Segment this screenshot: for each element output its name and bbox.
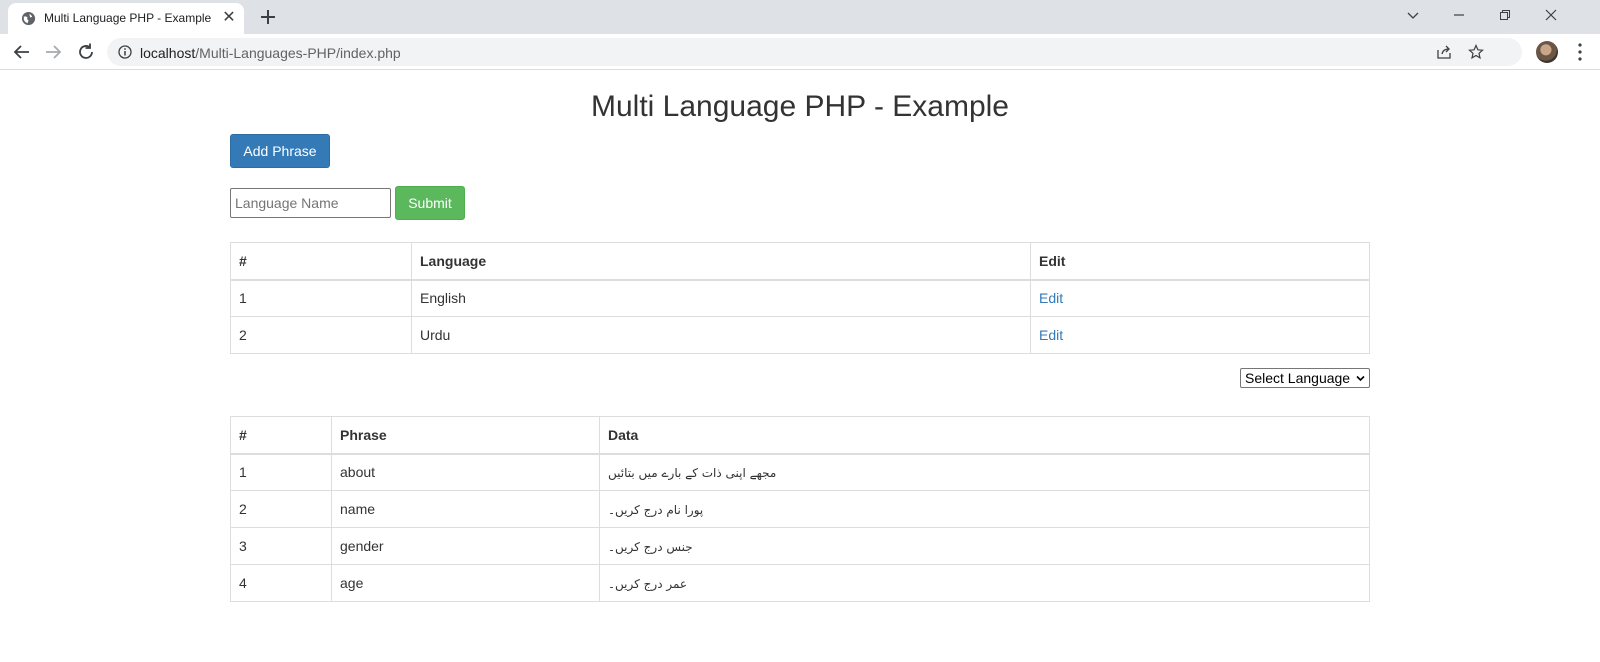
close-window-icon[interactable] (1528, 0, 1574, 30)
table-row: 4 age عمر درج کریں۔ (230, 564, 1370, 602)
row-edit-cell: Edit (1030, 279, 1370, 317)
edit-link[interactable]: Edit (1039, 327, 1063, 343)
info-icon[interactable] (118, 45, 132, 59)
row-data-cell: مجھے اپنی ذات کے بارے میں بتائیں (599, 453, 1370, 491)
edit-link[interactable]: Edit (1039, 290, 1063, 306)
row-num: 2 (230, 490, 332, 528)
row-edit-cell: Edit (1030, 316, 1370, 354)
bookmark-star-icon[interactable] (1468, 44, 1484, 60)
back-arrow-icon[interactable] (11, 41, 33, 63)
submit-button[interactable]: Submit (395, 186, 465, 220)
new-tab-icon[interactable] (256, 5, 280, 29)
row-data-cell: جنس درج کریں۔ (599, 527, 1370, 565)
url-path: /Multi-Languages-PHP/index.php (195, 45, 401, 61)
minimize-icon[interactable] (1436, 0, 1482, 30)
row-data: مجھے اپنی ذات کے بارے میں بتائیں (608, 466, 777, 481)
restore-icon[interactable] (1482, 0, 1528, 30)
col-header-phrase: Phrase (331, 416, 600, 455)
table-row: 3 gender جنس درج کریں۔ (230, 527, 1370, 565)
col-header-num: # (230, 416, 332, 455)
language-name-input[interactable] (230, 188, 391, 218)
languages-table-header: # Language Edit (230, 242, 1370, 281)
page-content: Multi Language PHP - Example Add Phrase … (230, 70, 1370, 602)
tab-title: Multi Language PHP - Example (44, 11, 212, 25)
row-phrase: gender (331, 527, 600, 565)
share-icon[interactable] (1436, 44, 1452, 60)
tab-search-icon[interactable] (1390, 0, 1436, 30)
phrases-table: # Phrase Data 1 about مجھے اپنی ذات کے ب… (230, 416, 1370, 602)
url-text: localhost/Multi-Languages-PHP/index.php (140, 45, 401, 61)
row-num: 1 (230, 279, 412, 317)
table-row: 2 Urdu Edit (230, 316, 1370, 354)
row-data-cell: پورا نام درج کریں۔ (599, 490, 1370, 528)
row-num: 3 (230, 527, 332, 565)
row-language: English (411, 279, 1031, 317)
row-num: 4 (230, 564, 332, 602)
col-header-num: # (230, 242, 412, 281)
url-host: localhost (140, 45, 196, 61)
reload-icon[interactable] (75, 41, 97, 63)
browser-tabstrip: Multi Language PHP - Example ✕ (0, 0, 1600, 34)
select-language-value: Select Language (1245, 370, 1351, 386)
row-phrase: about (331, 453, 600, 491)
row-num: 2 (230, 316, 412, 354)
tab-close-icon[interactable]: ✕ (220, 9, 238, 27)
col-header-data: Data (599, 416, 1370, 455)
select-language-dropdown[interactable]: Select Language (1240, 368, 1370, 388)
col-header-language: Language (411, 242, 1031, 281)
row-phrase: name (331, 490, 600, 528)
row-data: پورا نام درج کریں۔ (608, 503, 704, 517)
row-data: عمر درج کریں۔ (608, 577, 688, 591)
table-row: 1 English Edit (230, 279, 1370, 317)
col-header-edit: Edit (1030, 242, 1370, 281)
table-row: 2 name پورا نام درج کریں۔ (230, 490, 1370, 528)
table-row: 1 about مجھے اپنی ذات کے بارے میں بتائیں (230, 453, 1370, 491)
row-data-cell: عمر درج کریں۔ (599, 564, 1370, 602)
phrases-table-header: # Phrase Data (230, 416, 1370, 455)
globe-icon (21, 11, 36, 26)
page-title: Multi Language PHP - Example (590, 90, 1009, 123)
row-data: جنس درج کریں۔ (608, 540, 693, 554)
profile-avatar[interactable] (1536, 41, 1558, 63)
chevron-down-icon (1356, 375, 1365, 382)
add-phrase-button[interactable]: Add Phrase (230, 134, 330, 168)
languages-table: # Language Edit 1 English Edit 2 Urdu Ed… (230, 242, 1370, 354)
address-bar[interactable]: localhost/Multi-Languages-PHP/index.php (107, 38, 1522, 66)
forward-arrow-icon[interactable] (42, 41, 64, 63)
row-phrase: age (331, 564, 600, 602)
row-language: Urdu (411, 316, 1031, 354)
row-num: 1 (230, 453, 332, 491)
browser-toolbar: localhost/Multi-Languages-PHP/index.php (0, 34, 1600, 70)
menu-kebab-icon[interactable] (1577, 42, 1583, 62)
browser-tab[interactable]: Multi Language PHP - Example ✕ (8, 3, 244, 34)
